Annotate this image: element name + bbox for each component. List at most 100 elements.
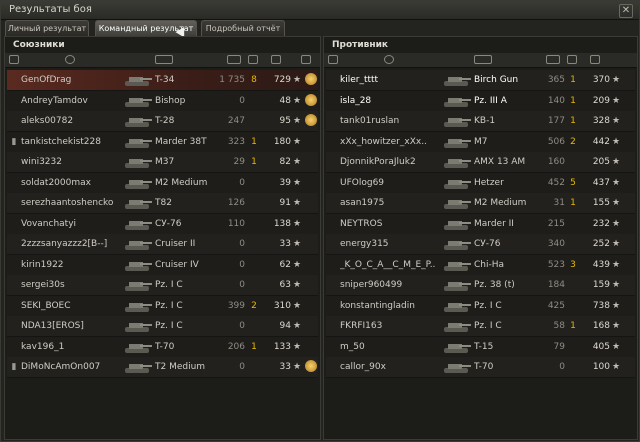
kills-value: [247, 275, 261, 295]
table-row[interactable]: ▮ tankistchekist228 Marder 38T 323 1 180 ★: [7, 131, 318, 153]
kills-value: [247, 91, 261, 111]
table-row[interactable]: GenOfDrag T-34 1 735 8 729 ★: [7, 70, 318, 91]
star-icon: ★: [612, 75, 621, 85]
tank-name: T-34: [155, 75, 175, 85]
table-row[interactable]: m_50 T-15 79 405 ★: [326, 336, 635, 358]
table-row[interactable]: sergei30s Pz. I C 0 63 ★: [7, 275, 318, 296]
xp-column-icon[interactable]: [590, 55, 600, 64]
table-row[interactable]: NDA13[EROS] Pz. I C 0 94 ★: [7, 316, 318, 337]
table-row[interactable]: NEYTROS Marder II 215 232 ★: [326, 213, 635, 235]
kills-value: 2: [570, 136, 576, 147]
player-column-icon[interactable]: [65, 55, 75, 64]
tank-icon: [444, 343, 471, 353]
damage-column-icon[interactable]: [227, 55, 241, 64]
player-name: sniper960499: [340, 280, 403, 290]
player-name: kiler_tttt: [340, 75, 379, 85]
table-row[interactable]: asan1975 M2 Medium 31 1 155 ★: [326, 193, 635, 214]
player-name: tankistchekist228: [21, 136, 101, 147]
damage-value: 0: [559, 362, 565, 372]
table-row[interactable]: serezhaantoshencko T82 126 91 ★: [7, 193, 318, 214]
damage-value: 31: [553, 198, 565, 208]
xp-value: 94: [279, 321, 291, 331]
xp-value: 180: [273, 136, 291, 147]
xp-value: 82: [279, 157, 291, 167]
tank-name: Chi-Ha: [474, 259, 505, 270]
table-row[interactable]: isla_28 Pz. III A 140 1 209 ★: [326, 90, 635, 112]
tank-icon: [444, 118, 471, 127]
table-row[interactable]: soldat2000max M2 Medium 0 39 ★: [7, 172, 318, 194]
table-row[interactable]: konstantingladin Pz. I C 425 738 ★: [326, 295, 635, 317]
tank-name: M2 Medium: [474, 198, 527, 208]
tank-name: T-15: [474, 341, 494, 352]
table-row[interactable]: FKRFI163 Pz. I C 58 1 168 ★: [326, 316, 635, 337]
kills-column-icon[interactable]: [248, 55, 258, 64]
enemies-column-header: [324, 53, 637, 68]
player-name: soldat2000max: [21, 177, 91, 188]
kills-column-icon[interactable]: [567, 55, 577, 64]
xp-value: 205: [592, 157, 610, 167]
tank-icon: [125, 118, 152, 127]
tank-icon: [125, 323, 152, 332]
tab-personal-result[interactable]: Личный результат: [5, 20, 89, 36]
kills-value: 1: [570, 321, 576, 331]
kills-value: [566, 296, 580, 316]
allies-title: Союзники: [13, 40, 65, 50]
window-titlebar[interactable]: Результаты боя ✕: [1, 1, 639, 20]
table-row[interactable]: tank01ruslan KB-1 177 1 328 ★: [326, 111, 635, 132]
tank-column-icon[interactable]: [474, 55, 492, 64]
table-row[interactable]: sniper960499 Pz. 38 (t) 184 159 ★: [326, 275, 635, 296]
tank-name: AMX 13 AM: [474, 157, 526, 167]
medal-icon: [305, 360, 317, 372]
table-row[interactable]: _K_O_C_A__C_M_E_P.. Chi-Ha 523 3 439 ★: [326, 254, 635, 276]
damage-column-icon[interactable]: [546, 55, 560, 64]
damage-value: 184: [547, 280, 565, 290]
tank-icon: [444, 179, 471, 189]
table-row[interactable]: SEKI_BOEC Pz. I C 399 2 310 ★: [7, 295, 318, 317]
platoon-column-icon[interactable]: [9, 55, 19, 64]
damage-value: 0: [239, 321, 245, 331]
table-row[interactable]: kav196_1 T-70 206 1 133 ★: [7, 336, 318, 358]
star-icon: ★: [612, 95, 621, 106]
tank-icon: [125, 200, 152, 209]
kills-value: [247, 214, 261, 234]
damage-value: 160: [547, 157, 565, 167]
table-row[interactable]: energy315 СУ-76 340 252 ★: [326, 234, 635, 255]
player-column-icon[interactable]: [384, 55, 394, 64]
table-row[interactable]: xXx_howitzer_xXx.. M7 506 2 442 ★: [326, 131, 635, 153]
table-row[interactable]: Vovanchatyi СУ-76 110 138 ★: [7, 213, 318, 235]
tank-name: T-28: [155, 116, 175, 126]
player-name: isla_28: [340, 95, 372, 106]
xp-value: 209: [592, 95, 610, 106]
table-row[interactable]: callor_90x T-70 0 100 ★: [326, 357, 635, 378]
xp-value: 439: [592, 259, 610, 270]
table-row[interactable]: wini3232 M37 29 1 82 ★: [7, 152, 318, 173]
damage-value: 425: [547, 300, 565, 311]
platoon-icon: ▮: [11, 136, 17, 147]
medals-column-icon[interactable]: [301, 55, 311, 64]
close-icon[interactable]: ✕: [619, 4, 633, 18]
platoon-column-icon[interactable]: [328, 55, 338, 64]
table-row[interactable]: 2zzzsanyazzz2[B--] Cruiser II 0 33 ★: [7, 234, 318, 255]
table-row[interactable]: AndreyTamdov Bishop 0 48 ★: [7, 90, 318, 112]
table-row[interactable]: UFOlog69 Hetzer 452 5 437 ★: [326, 172, 635, 194]
damage-value: 365: [547, 75, 565, 85]
xp-value: 63: [279, 280, 291, 290]
tank-name: Cruiser IV: [155, 259, 199, 270]
tank-name: СУ-76: [155, 218, 182, 229]
damage-value: 247: [227, 116, 245, 126]
tank-icon: [444, 302, 471, 312]
kills-value: 1: [251, 136, 257, 147]
damage-value: 1 735: [219, 75, 245, 85]
table-row[interactable]: ▮ DiMoNcAmOn007 T2 Medium 0 33 ★: [7, 357, 318, 378]
tab-detailed-report[interactable]: Подробный отчёт: [201, 20, 285, 36]
table-row[interactable]: kirin1922 Cruiser IV 0 62 ★: [7, 254, 318, 276]
kills-value: [247, 357, 261, 377]
allies-panel: Союзники GenOfDrag T-34 1 735 8 729 ★ AndreyTa…: [4, 36, 321, 440]
table-row[interactable]: DjonnikPoraJluk2 AMX 13 AM 160 205 ★: [326, 152, 635, 173]
tank-icon: [125, 282, 152, 291]
table-row[interactable]: kiler_tttt Birch Gun 365 1 370 ★: [326, 70, 635, 91]
star-icon: ★: [293, 136, 302, 147]
tank-column-icon[interactable]: [155, 55, 173, 64]
xp-column-icon[interactable]: [271, 55, 281, 64]
table-row[interactable]: aleks00782 T-28 247 95 ★: [7, 111, 318, 132]
